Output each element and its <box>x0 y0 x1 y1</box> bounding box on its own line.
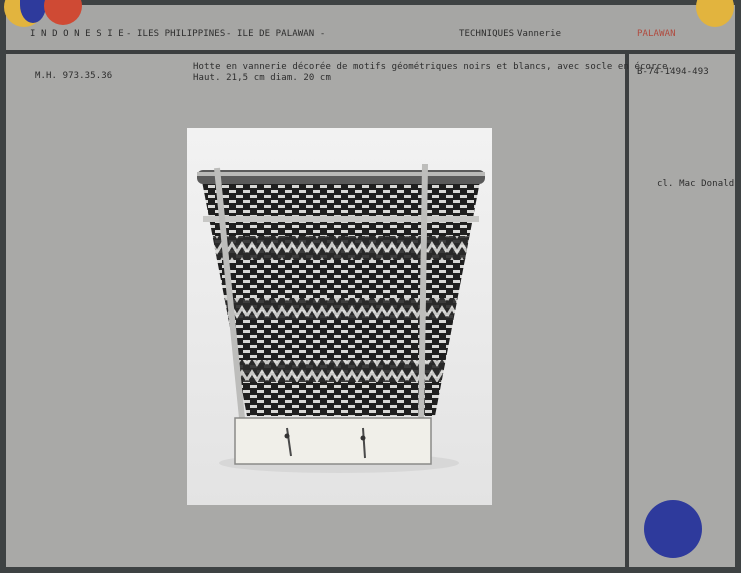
region-label: I N D O N E S I E <box>30 29 124 39</box>
basket-illustration <box>187 128 492 505</box>
description-line-1: Hotte en vannerie décorée de motifs géom… <box>193 62 674 72</box>
side-divider <box>625 54 629 567</box>
catalog-card: I N D O N E S I E - ILES PHILIPPINES - I… <box>6 5 735 567</box>
place-label: PALAWAN <box>637 29 676 39</box>
header-band <box>6 5 735 50</box>
island-label: - ILE DE PALAWAN - <box>226 29 326 39</box>
category-value: Vannerie <box>517 29 562 39</box>
negative-number: B-74-1494-493 <box>637 67 709 77</box>
inventory-number: M.H. 973.35.36 <box>35 71 113 81</box>
blue-dot-bottom <box>644 500 702 558</box>
photographer-credit: cl. Mac Donald <box>657 179 735 189</box>
area-label: - ILES PHILIPPINES <box>126 29 226 39</box>
category-label: TECHNIQUES <box>459 29 515 39</box>
basket-photo <box>187 128 492 505</box>
description-line-2: Haut. 21,5 cm diam. 20 cm <box>193 73 331 83</box>
